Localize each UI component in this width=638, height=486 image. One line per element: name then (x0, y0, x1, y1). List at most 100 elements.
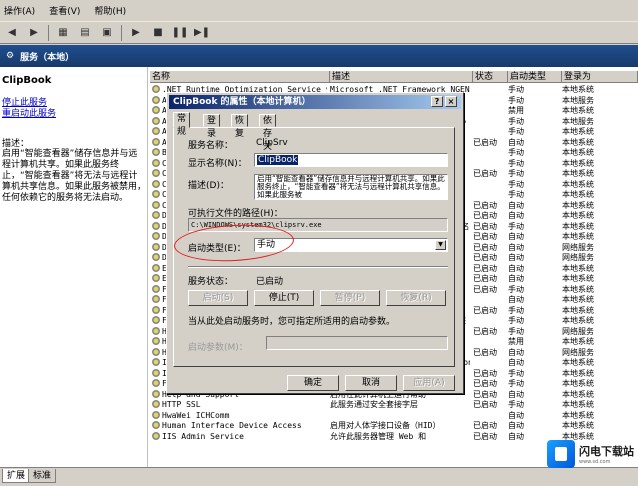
service-startup-cell: 禁用 (508, 106, 524, 115)
service-startup-cell: 手动 (508, 179, 524, 189)
tab-dependencies[interactable]: 依存关系 (259, 114, 277, 165)
table-row[interactable]: HTTP SSL 此服务通过安全套接字层 已启动 手动 本地系统 (150, 400, 638, 411)
service-gear-icon (152, 284, 160, 293)
service-gear-icon (152, 358, 160, 366)
tab-logon[interactable]: 登录 (203, 114, 221, 139)
tab-general[interactable]: 常规 (173, 112, 191, 137)
cancel-button[interactable]: 取消 (345, 375, 397, 391)
service-status-cell: 已启动 (473, 347, 497, 357)
display-name-value: ClipBook (257, 155, 299, 165)
play-icon[interactable]: ▶ (128, 25, 144, 41)
service-gear-icon (152, 253, 160, 261)
menu-item-view[interactable]: 查看(V) (49, 4, 80, 17)
pause-button[interactable]: 暂停(P) (320, 290, 380, 306)
pane-titlebar: ⚙ 服务（本地） (0, 45, 638, 67)
service-description-cell: 此服务通过安全套接字层 (330, 400, 418, 409)
service-startup-cell: 自动 (508, 253, 524, 262)
service-status-label: 服务状态： (188, 277, 234, 287)
service-startup-cell: 手动 (508, 221, 524, 231)
view-tabs: 扩展 标准 (0, 467, 638, 486)
service-logon-cell: 本地系统 (562, 179, 594, 189)
service-logon-cell: 本地服务 (562, 95, 594, 105)
stop-service-link[interactable]: 停止此服务 (2, 98, 145, 109)
site-logo-icon (547, 440, 575, 468)
service-startup-cell: 自动 (508, 274, 524, 283)
menu-item-help[interactable]: 帮助(H) (94, 4, 126, 17)
service-startup-cell: 自动 (508, 211, 524, 220)
service-logon-cell: 本地系统 (562, 85, 594, 94)
resume-button[interactable]: 恢复(R) (386, 290, 446, 306)
column-header-description[interactable]: 描述 (330, 71, 473, 83)
service-logon-cell: 本地系统 (562, 169, 594, 178)
service-startup-cell: 手动 (508, 190, 524, 199)
service-logon-cell: 本地系统 (562, 127, 594, 136)
close-button[interactable]: × (445, 96, 457, 107)
description-text: 启用“智能查看器”储存信息并与远程计算机共享。如果此服务终止，“智能查看器”将无… (2, 149, 147, 203)
column-header-status[interactable]: 状态 (473, 71, 508, 83)
chevron-down-icon[interactable]: ▼ (435, 240, 446, 250)
selected-service-title: ClipBook (2, 75, 52, 86)
startup-params-field[interactable] (266, 336, 448, 350)
export-icon[interactable]: ▣ (99, 25, 115, 41)
column-header-startup[interactable]: 启动类型 (508, 71, 562, 83)
service-startup-cell: 手动 (508, 400, 524, 409)
table-row[interactable]: Human Interface Device Access 启用对人体学接口设备（… (150, 421, 638, 432)
stop-button[interactable]: 停止(T) (254, 290, 314, 306)
service-startup-cell: 自动 (508, 358, 524, 367)
table-row[interactable]: HwaWei ICHComm 自动 本地系统 (150, 410, 638, 422)
back-icon[interactable]: ◀ (4, 25, 20, 41)
tab-standard[interactable]: 标准 (28, 469, 57, 483)
tab-recovery[interactable]: 恢复 (231, 114, 249, 139)
service-startup-cell: 自动 (508, 263, 524, 273)
apply-button[interactable]: 应用(A) (403, 375, 455, 391)
service-status-cell: 已启动 (473, 221, 497, 231)
service-gear-icon (152, 116, 160, 125)
service-name-cell: IIS Admin Service (152, 431, 327, 443)
restart-icon[interactable]: ▶❚ (194, 25, 210, 41)
console-tree-icon[interactable]: ▦ (55, 25, 71, 41)
service-logon-cell: 本地系统 (562, 137, 594, 147)
service-status-cell: 已启动 (473, 211, 497, 220)
service-status-cell: 已启动 (473, 431, 497, 441)
service-logon-cell: 本地系统 (562, 379, 594, 388)
column-header-logon[interactable]: 登录为 (562, 71, 638, 83)
service-status-cell: 已启动 (473, 200, 497, 210)
service-gear-icon (152, 263, 160, 272)
service-logon-cell: 本地系统 (562, 337, 594, 346)
column-header-name[interactable]: 名称 (150, 71, 330, 83)
ok-button[interactable]: 确定 (287, 375, 339, 391)
dialog-titlebar: ClipBook 的属性（本地计算机） ? × (169, 95, 461, 109)
service-logon-cell: 本地系统 (562, 410, 594, 420)
service-status-cell: 已启动 (473, 368, 497, 378)
service-logon-cell: 本地系统 (562, 106, 594, 115)
service-logon-cell: 本地系统 (562, 389, 594, 399)
service-name-cell: Human Interface Device Access (152, 421, 327, 432)
service-description-cell: 启用对人体学接口设备（HID） (330, 421, 441, 430)
service-status-cell: 已启动 (473, 284, 497, 294)
forward-icon[interactable]: ▶ (26, 25, 42, 41)
service-logon-cell: 本地系统 (562, 368, 594, 378)
description-label: 描述(D)： (188, 181, 229, 191)
service-gear-icon (152, 421, 160, 429)
service-status-value: 已启动 (256, 277, 284, 287)
help-button[interactable]: ? (431, 96, 443, 107)
service-gear-icon (152, 305, 160, 314)
service-logon-cell: 网络服务 (562, 326, 594, 336)
service-gear-icon (152, 85, 160, 93)
properties-icon[interactable]: ▤ (77, 25, 93, 41)
tab-extended[interactable]: 扩展 (2, 469, 31, 483)
description-field[interactable]: 启用“智能查看器”储存信息并与远程计算机共享。如果此服务终止，“智能查看器”将无… (254, 174, 448, 200)
service-status-cell: 已启动 (473, 400, 497, 409)
service-logon-cell: 本地系统 (562, 190, 594, 199)
service-logon-cell: 本地服务 (562, 116, 594, 126)
service-gear-icon (152, 389, 160, 398)
menu-item-action[interactable]: 操作(A) (4, 4, 35, 17)
display-name-field[interactable]: ClipBook (254, 153, 448, 167)
service-status-cell: 已启动 (473, 305, 497, 315)
service-startup-cell: 手动 (508, 316, 524, 325)
restart-service-link[interactable]: 重启动此服务 (2, 109, 145, 120)
start-button[interactable]: 启动(S) (188, 290, 248, 306)
stop-icon[interactable]: ■ (150, 25, 166, 41)
service-gear-icon (152, 221, 160, 230)
pause-icon[interactable]: ❚❚ (172, 25, 189, 41)
